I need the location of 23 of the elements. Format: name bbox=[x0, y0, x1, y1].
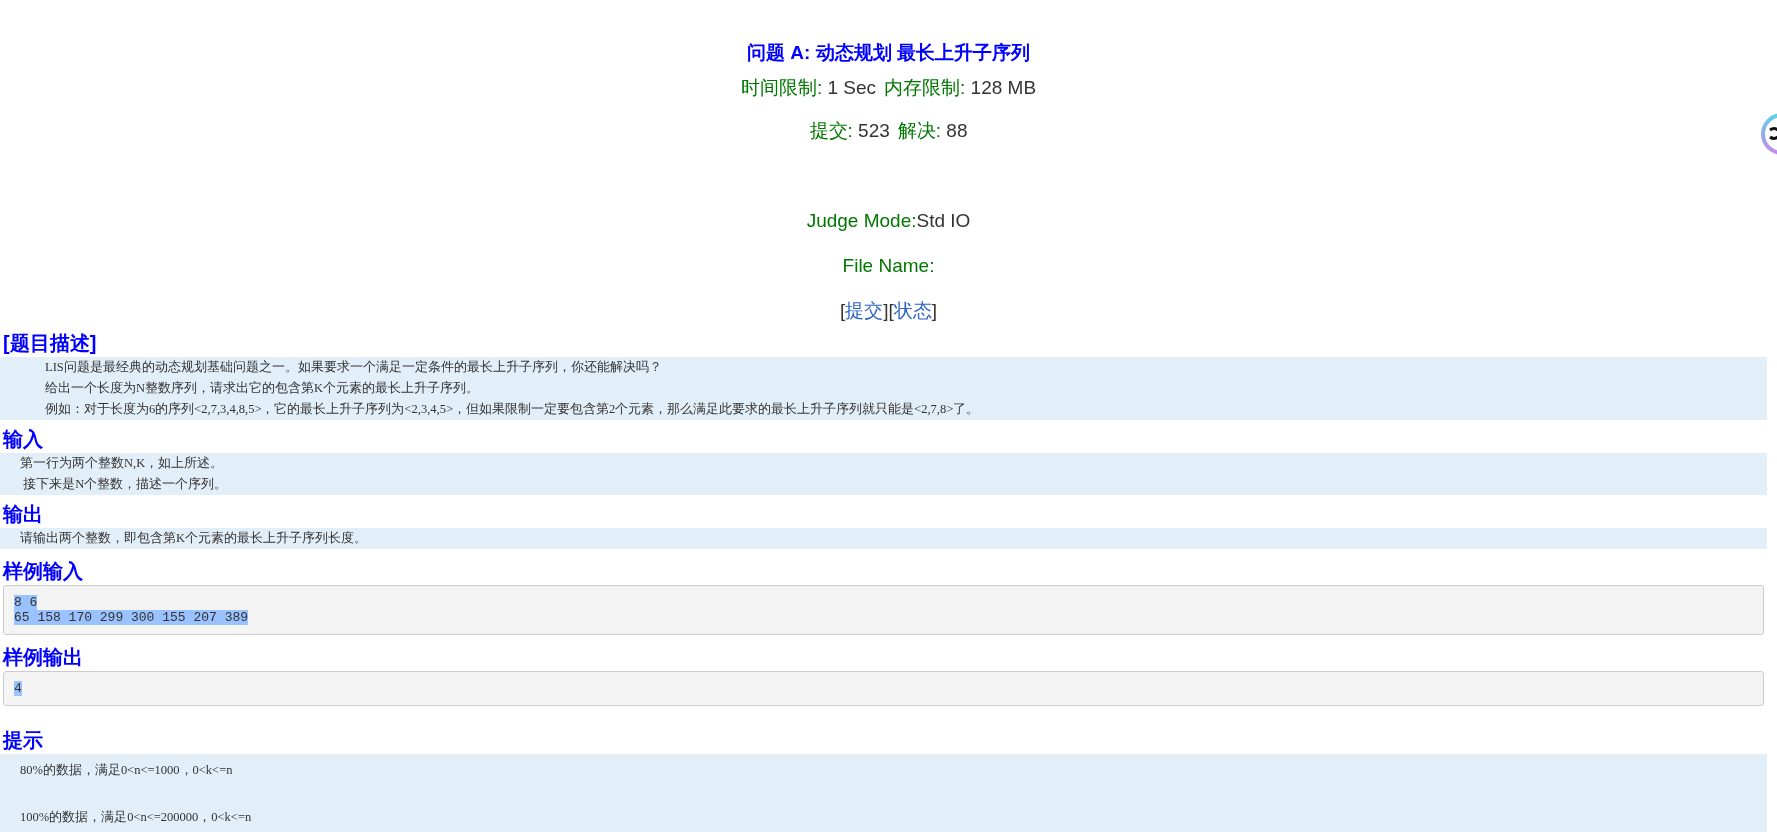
section-heading: 输出 bbox=[1, 502, 44, 527]
section-heading: [题目描述] bbox=[2, 331, 98, 356]
file-name-text: File Name: bbox=[842, 254, 935, 278]
section-heading: 提示 bbox=[1, 728, 44, 753]
problem-link[interactable]: [状态] bbox=[888, 299, 938, 323]
limit-text: 时间限制: 1 Sec bbox=[740, 76, 877, 100]
stat-text: 解决: 88 bbox=[897, 119, 968, 143]
section-text: 第一行为两个整数N,K，如上所述。 bbox=[20, 455, 225, 472]
judge-mode-text: Judge Mode:Std IO bbox=[806, 209, 971, 233]
section-text: 100%的数据，满足0<n<=200000，0<k<=n bbox=[20, 809, 253, 826]
section-text: 给出一个长度为N整数序列，请求出它的包含第K个元素的最长上升子序列。 bbox=[45, 380, 481, 397]
section-heading: 样例输入 bbox=[1, 559, 84, 584]
limit-text: 内存限制: 128 MB bbox=[884, 76, 1037, 100]
problem-link[interactable]: [提交] bbox=[839, 299, 889, 323]
stat-text: 提交: 523 bbox=[809, 119, 890, 143]
problem-title: 问题 A: 动态规划 最长上升子序列 bbox=[747, 41, 1030, 65]
section-text: LIS问题是最经典的动态规划基础问题之一。如果要求一个满足一定条件的最长上升子序列，你还能解决吗？ bbox=[45, 359, 663, 376]
section-text: 接下来是N个整数，描述一个序列。 bbox=[22, 476, 229, 493]
section-text: 请输出两个整数，即包含第K个元素的最长上升子序列长度。 bbox=[20, 530, 369, 547]
section-text: 例如：对于长度为6的序列<2,7,3,4,8,5>，它的最长上升子序列为<2,3,4,5>，但如果限制一定要包含第2个元素，那么满足此要求的最长上升子序列就只能是<2,7,8>了。 bbox=[45, 401, 981, 418]
section-heading: 样例输出 bbox=[1, 645, 84, 670]
section-text: 80%的数据，满足0<n<=1000，0<k<=n bbox=[20, 762, 234, 779]
section-heading: 输入 bbox=[1, 427, 44, 452]
